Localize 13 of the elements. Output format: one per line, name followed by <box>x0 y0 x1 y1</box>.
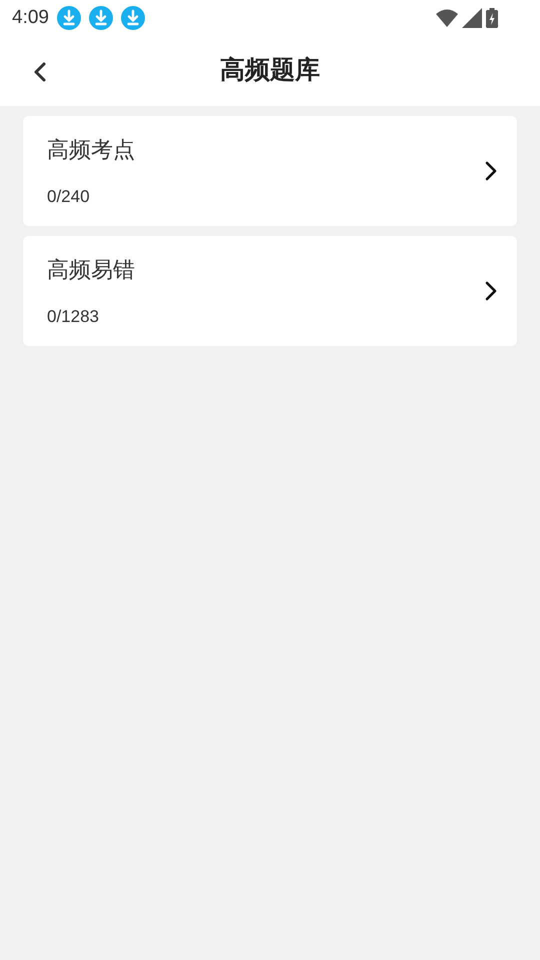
signal-icon <box>462 8 482 28</box>
download-icon <box>56 6 81 30</box>
battery-icon <box>486 8 498 28</box>
status-time: 4:09 <box>12 6 49 30</box>
item-title: 高频易错 <box>47 256 136 284</box>
wifi-icon <box>436 9 458 27</box>
download-icon <box>88 6 113 30</box>
chevron-right-icon <box>485 281 497 301</box>
chevron-left-icon <box>32 61 48 83</box>
chevron-right-icon <box>485 161 497 181</box>
page-title: 高频题库 <box>220 55 320 86</box>
item-title: 高频考点 <box>47 136 136 164</box>
download-icon <box>120 6 145 30</box>
